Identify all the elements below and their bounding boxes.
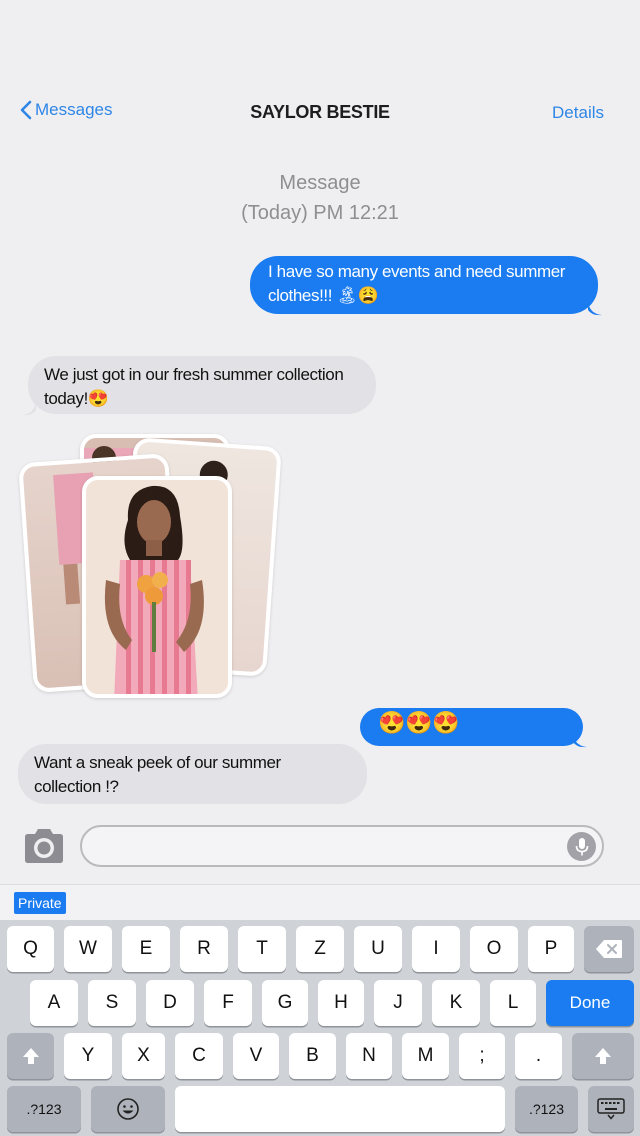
key-h[interactable]: H — [318, 980, 364, 1026]
key-n[interactable]: N — [346, 1033, 392, 1079]
key-r[interactable]: R — [180, 926, 228, 972]
key-j[interactable]: J — [374, 980, 422, 1026]
key-i[interactable]: I — [412, 926, 460, 972]
private-mode-badge[interactable]: Private — [14, 892, 66, 914]
navigation-bar: Messages SAYLOR BESTIE Details — [0, 0, 640, 145]
message-timestamp: Message (Today) PM 12:21 — [0, 168, 640, 228]
key-y[interactable]: Y — [64, 1033, 112, 1079]
message-input[interactable] — [80, 825, 604, 867]
key-d[interactable]: D — [146, 980, 194, 1026]
key-c[interactable]: C — [175, 1033, 223, 1079]
bubble-tail — [588, 302, 602, 316]
key-p[interactable]: P — [528, 926, 574, 972]
backspace-icon — [596, 940, 622, 958]
key-g[interactable]: G — [262, 980, 308, 1026]
shift-icon — [595, 1048, 611, 1064]
done-key[interactable]: Done — [546, 980, 634, 1026]
outgoing-message[interactable]: 😍😍😍 — [360, 708, 583, 746]
space-key[interactable] — [175, 1086, 505, 1132]
backspace-key[interactable] — [584, 926, 634, 972]
key-k[interactable]: K — [432, 980, 480, 1026]
key-q[interactable]: Q — [7, 926, 54, 972]
key-z[interactable]: Z — [296, 926, 344, 972]
key-t[interactable]: T — [238, 926, 286, 972]
numbers-key-right[interactable]: .?123 — [515, 1086, 578, 1132]
key-b[interactable]: B — [289, 1033, 336, 1079]
key-f[interactable]: F — [204, 980, 252, 1026]
conversation-title: SAYLOR BESTIE — [250, 102, 390, 122]
numbers-key[interactable]: .?123 — [7, 1086, 81, 1132]
emoji-icon — [117, 1098, 139, 1120]
camera-icon[interactable] — [22, 828, 66, 864]
shift-key[interactable] — [7, 1033, 54, 1079]
shift-icon — [22, 1048, 39, 1064]
keyboard-icon — [597, 1098, 625, 1120]
key-semicolon[interactable]: ; — [459, 1033, 505, 1079]
key-v[interactable]: V — [233, 1033, 279, 1079]
bubble-tail — [22, 402, 36, 416]
key-x[interactable]: X — [122, 1033, 165, 1079]
outgoing-message[interactable]: I have so many events and need summer cl… — [250, 256, 598, 314]
key-period[interactable]: . — [515, 1033, 562, 1079]
timestamp-label: Message — [279, 172, 361, 194]
dismiss-keyboard-key[interactable] — [588, 1086, 634, 1132]
key-w[interactable]: W — [64, 926, 112, 972]
microphone-icon[interactable] — [567, 832, 596, 861]
key-m[interactable]: M — [402, 1033, 449, 1079]
predictive-bar: Private — [0, 884, 640, 920]
key-e[interactable]: E — [122, 926, 170, 972]
details-button[interactable]: Details — [552, 103, 604, 123]
photo-main — [82, 476, 232, 698]
incoming-message[interactable]: Want a sneak peek of our summer collecti… — [18, 744, 367, 804]
bubble-tail — [573, 734, 587, 748]
photo-stack-message[interactable] — [18, 432, 282, 702]
key-a[interactable]: A — [30, 980, 78, 1026]
incoming-message[interactable]: We just got in our fresh summer collecti… — [28, 356, 376, 414]
message-composer — [0, 818, 640, 884]
emoji-key[interactable] — [91, 1086, 165, 1132]
key-u[interactable]: U — [354, 926, 402, 972]
keyboard: Q W E R T Z U I O P A S D F G H J K L Do… — [0, 920, 640, 1136]
shift-key-right[interactable] — [572, 1033, 634, 1079]
key-o[interactable]: O — [470, 926, 518, 972]
key-l[interactable]: L — [490, 980, 536, 1026]
timestamp-time: (Today) PM 12:21 — [241, 202, 399, 224]
key-s[interactable]: S — [88, 980, 136, 1026]
